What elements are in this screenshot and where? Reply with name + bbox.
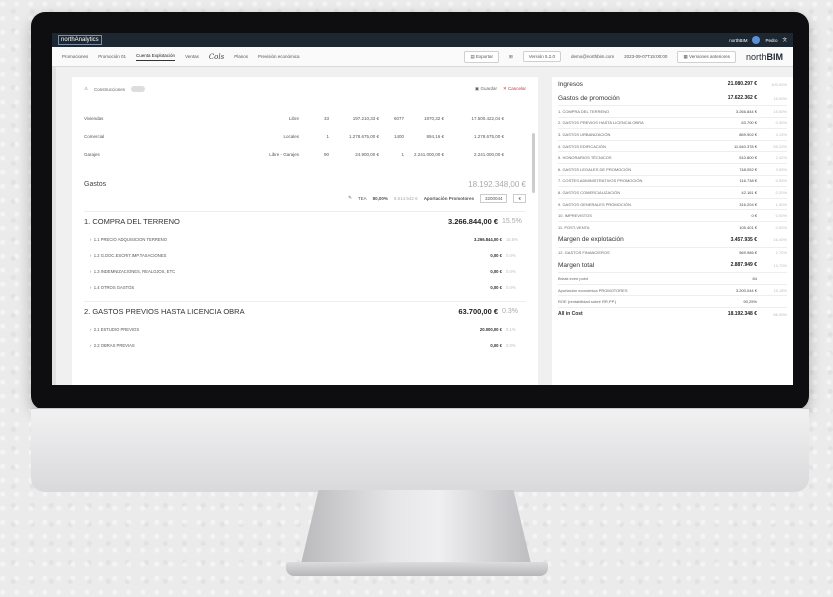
summary-gastos: Gastos de promoción 17.622.362 € 15.00% <box>558 94 787 102</box>
date-field: 2023-09-07T15:00:00 <box>624 54 668 59</box>
scrollbar[interactable] <box>532 133 535 193</box>
grid-icon[interactable]: ⊞ <box>509 54 513 60</box>
tab-prevision[interactable]: Previsión económica <box>258 54 300 59</box>
tea-row: ✎ TEA 80,00% 9.514.542 € Aportación Prom… <box>84 191 526 205</box>
list-item: 5. HONORARIOS TÉCNICOS 510.800 €2.42% <box>558 151 787 163</box>
list-item: 7. COSTES ADMINISTRATIVOS PROMOCIÓN 116.7… <box>558 174 787 187</box>
list-item[interactable]: › 2.2 OBRAS PREVIAS 0,00 € 0.0% <box>84 337 526 353</box>
list-item: 4. GASTOS EDIFICACIÓN 11.640.378 €55.22% <box>558 139 787 152</box>
table-row: Viviendas Libre 33 197.210,33 € 6077 197… <box>84 115 504 121</box>
tab-promociones[interactable]: Promociones <box>62 54 88 59</box>
screen: northAnalytics northBIM Pedro 文 Promocio… <box>52 33 793 385</box>
warning-icon: ⚠ <box>84 86 89 91</box>
list-item: Aportación económica PROMOTORES 3.200.044… <box>558 283 787 296</box>
gastos-title: Gastos <box>84 180 107 188</box>
export-button[interactable]: ▤ Exportar <box>464 50 499 63</box>
gastos-total: 18.192.348,00 € <box>468 179 526 189</box>
section-compra-terreno[interactable]: 1. COMPRA DEL TERRENO 3.266.844,00 € 15.… <box>84 211 526 231</box>
tab-cuenta-explotacion[interactable]: Cuenta Explotación <box>136 53 176 61</box>
signature-logo: Cols <box>208 52 225 61</box>
units-table: Viviendas Libre 33 197.210,33 € 6077 197… <box>84 109 526 163</box>
list-item: Break even point 84 <box>558 272 787 284</box>
save-button[interactable]: ▣ Guardar <box>475 86 497 92</box>
list-item[interactable]: › 1.4 OTROS GASTOS 0,00 € 0.0% <box>84 279 526 295</box>
list-item: 11. POST-VENTA 105.401 €0.50% <box>558 220 787 233</box>
monitor-stand <box>300 490 532 568</box>
list-item: 8. GASTOS COMERCIALIZACIÓN 42.161 €0.20% <box>558 186 787 198</box>
edit-icon[interactable]: ✎ <box>348 195 352 201</box>
avatar[interactable] <box>752 36 761 44</box>
list-item[interactable]: › 1.1 PRECIO ADQUISICION TERRENO 3.266.8… <box>84 231 526 247</box>
summary-margen: Margen de explotación 3.457.935 € 16.40% <box>558 236 787 244</box>
list-item[interactable]: › 1.2 G.DOC.ESCRIT.IMP.TASACIONES 0,00 €… <box>84 247 526 263</box>
tab-promocion-01[interactable]: Promoción 01 <box>98 54 126 59</box>
summary-margen-total: Margen total 2.887.949 € 13.70% <box>558 261 787 269</box>
tea-value: 80,00% <box>372 195 388 201</box>
left-panel: ⚠ Construcciones ▣ Guardar ✕ Cancelar Vi… <box>72 77 538 385</box>
aportacion-input[interactable]: 3200044 <box>479 193 508 203</box>
monitor-chin <box>31 408 809 492</box>
app-title[interactable]: northAnalytics <box>58 35 102 45</box>
tab-ventas[interactable]: Ventas <box>185 54 199 59</box>
list-item: 2. GASTOS PREVIOS HASTA LICENCIA OBRA 63.… <box>558 116 787 129</box>
brand-logo: northBIM <box>745 51 783 62</box>
main-nav: Promociones Promoción 01 Cuenta Explotac… <box>52 47 793 67</box>
gastos-header: Gastos 18.192.348,00 € <box>84 177 526 191</box>
user-name[interactable]: Pedro <box>765 38 777 43</box>
list-item[interactable]: › 2.1 ESTUDIO PREVIOS 20.000,00 € 0.1% <box>84 321 526 337</box>
list-item: 12. GASTOS FINANCIEROS 569.986 €2.70% <box>558 246 787 259</box>
list-item: 6. GASTOS LEGALES DE PROMOCIÓN 748.052 €3… <box>558 162 787 175</box>
translate-icon[interactable]: 文 <box>783 37 788 43</box>
section-gastos-previos[interactable]: 2. GASTOS PREVIOS HASTA LICENCIA OBRA 63… <box>84 301 526 321</box>
list-item: ROE (rentabilidad sobre RR.PP.) 90,25% <box>558 295 787 307</box>
list-item[interactable]: › 1.3 INDEMNIZACIONES, REALOJOS, ETC 0,0… <box>84 263 526 279</box>
email-field: demo@northbim.com <box>571 54 615 59</box>
table-row: Comercial Locales 1 1.278.675,00 € 1400 … <box>84 133 504 139</box>
user-short: northBIM <box>729 37 748 43</box>
list-item: 10. IMPREVISTOS 0 €0.00% <box>558 209 787 221</box>
cancel-button[interactable]: ✕ Cancelar <box>503 86 526 92</box>
monitor-base <box>286 562 548 576</box>
summary-ingresos: Ingresos 21.080.297 € 100.00% <box>558 80 787 88</box>
table-row: Garajes Libre - Garajes 90 24.900,00 € 1… <box>84 151 504 157</box>
version-select[interactable]: Versión 5.2.0 <box>522 51 562 62</box>
tab-planos[interactable]: Planos <box>234 54 248 59</box>
construction-toggle[interactable] <box>131 86 146 92</box>
summary-panel: Ingresos 21.080.297 € 100.00% Gastos de … <box>552 77 793 385</box>
list-item: 1. COMPRA DEL TERRENO 3.266.844 €15.50% <box>558 105 787 117</box>
control-row: ⚠ Construcciones ▣ Guardar ✕ Cancelar <box>84 77 526 101</box>
app-topbar: northAnalytics northBIM Pedro 文 <box>52 33 793 47</box>
summary-all-in: All in Cost 18.192.348 € 86.30% <box>558 306 787 321</box>
list-item: 9. GASTOS GENERALES PROMOCIÓN 316.204 €1.… <box>558 197 787 210</box>
construction-label: Construcciones <box>94 86 126 92</box>
prev-versions-button[interactable]: ▦ Versiones anteriores <box>677 50 736 63</box>
sidebar-handle[interactable] <box>52 67 56 385</box>
list-item: 3. GASTOS URBANIZACIÓN 869.902 €4.13% <box>558 128 787 140</box>
